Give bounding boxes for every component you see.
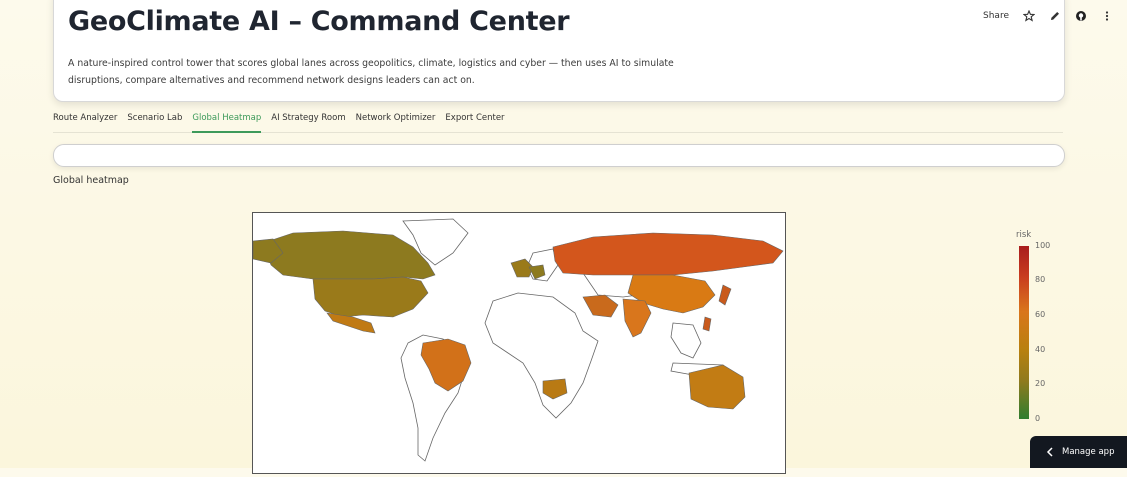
chevron-left-icon [1046,447,1053,457]
colorbar-tick: 40 [1035,345,1046,354]
tab-route-analyzer[interactable]: Route Analyzer [53,110,117,131]
tab-global-heatmap[interactable]: Global Heatmap [192,110,262,133]
colorbar-tick: 60 [1035,310,1046,319]
usa-region [312,276,429,318]
india-region [622,298,652,338]
tab-export-center[interactable]: Export Center [445,110,504,131]
edit-icon[interactable] [1049,10,1061,22]
tab-scenario-lab[interactable]: Scenario Lab [127,110,182,131]
tab-bar: Route Analyzer Scenario Lab Global Heatm… [53,110,1063,133]
manage-app-label: Manage app [1062,447,1115,457]
southeast-asia-region [670,322,702,359]
page-title: GeoClimate AI – Command Center [68,6,570,37]
top-toolbar: Share [983,10,1113,22]
canada-region [262,230,436,280]
colorbar-tick: 0 [1035,414,1041,423]
manage-app-button[interactable]: Manage app [1030,436,1127,468]
australia-region [688,364,746,410]
colorbar-tick: 80 [1035,275,1046,284]
tab-network-optimizer[interactable]: Network Optimizer [356,110,436,131]
world-map-svg [252,218,784,462]
colorbar-tick: 100 [1035,241,1051,250]
philippines-region [702,316,712,332]
more-icon[interactable] [1101,10,1113,22]
middle-east-region [582,294,619,318]
star-icon[interactable] [1023,10,1035,22]
japan-region [718,284,732,306]
risk-colorbar [1019,246,1029,419]
colorbar-title: risk [1016,230,1032,240]
africa-region [484,292,599,419]
github-icon[interactable] [1075,10,1087,22]
share-button[interactable]: Share [983,11,1009,21]
colorbar-tick: 20 [1035,379,1046,388]
tab-ai-strategy-room[interactable]: AI Strategy Room [271,110,345,131]
header-card: GeoClimate AI – Command Center A nature-… [53,0,1065,102]
section-label: Global heatmap [53,175,129,186]
input-bar[interactable] [53,144,1065,167]
page-description: A nature-inspired control tower that sco… [68,58,674,86]
world-heatmap[interactable] [252,212,786,474]
russia-region [552,232,784,276]
